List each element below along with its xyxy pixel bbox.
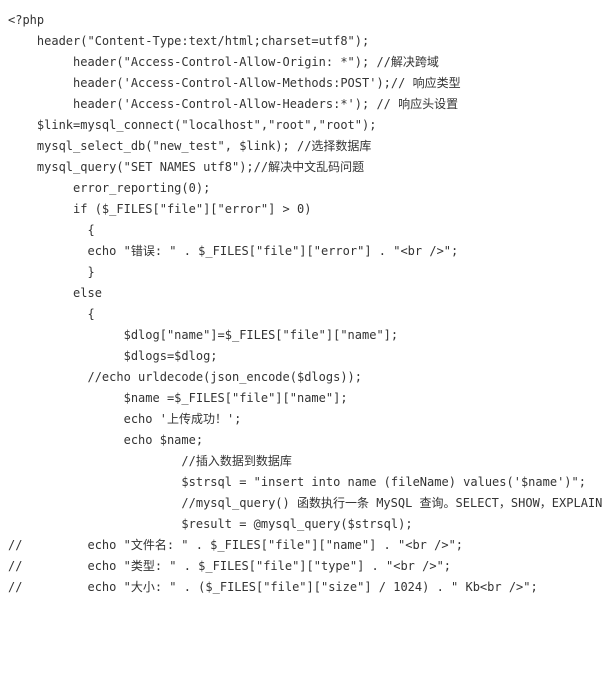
code-block: <?php header("Content-Type:text/html;cha… — [0, 0, 606, 608]
